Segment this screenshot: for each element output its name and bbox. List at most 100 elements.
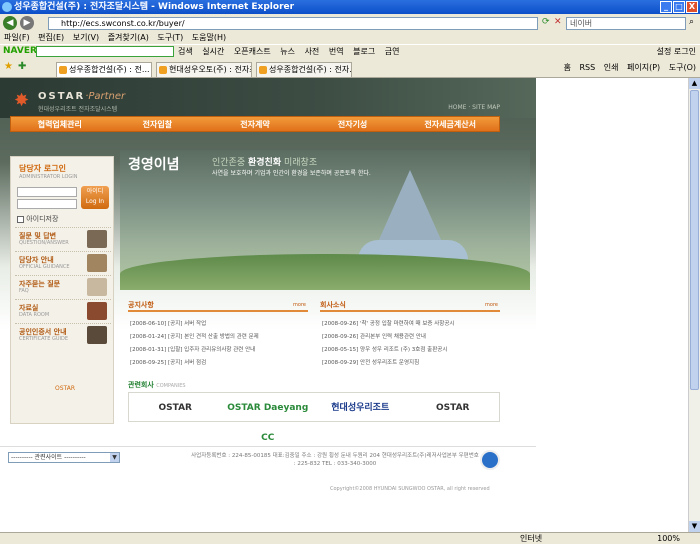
login-password-input[interactable] <box>17 199 77 209</box>
notice-item[interactable]: [2008-01-24] [공지] 본인 견적 산출 방법의 관련 문제 <box>130 331 259 344</box>
naver-search-button[interactable]: 검색 <box>178 47 193 56</box>
naver-item[interactable]: 오픈캐스트 <box>234 47 271 56</box>
naver-toolbar-items: 검색 실시간 오픈캐스트 뉴스 사전 번역 블로그 금연 <box>178 45 407 58</box>
vertical-scrollbar[interactable]: ▲ ▼ <box>688 78 700 532</box>
news-item[interactable]: [2008-09-26] '착' 공정 입찰 마련하여 때 보증 사항공시 <box>322 318 454 331</box>
partner-link-ostar[interactable]: OSTAR <box>129 393 222 421</box>
header-links[interactable]: HOME · SITE MAP <box>448 104 500 111</box>
menu-file[interactable]: 파일(F) <box>4 33 30 42</box>
chevron-down-icon[interactable]: ▼ <box>110 453 119 462</box>
side-menu-faq[interactable]: 자주묻는 질문 FAQ <box>15 275 111 297</box>
naver-search-input[interactable] <box>36 46 174 57</box>
refresh-icon[interactable]: ⟳ <box>542 17 550 27</box>
partner-link-hyundai[interactable]: 현대성우리조트 <box>314 393 407 421</box>
search-input[interactable]: 네이버 <box>566 17 686 30</box>
naver-settings-button[interactable]: 설정 <box>657 47 672 56</box>
hero-tag: 환경친화 <box>248 158 282 168</box>
save-id-checkbox[interactable]: 아이디저장 <box>17 214 58 224</box>
notice-title: 공지사항 <box>128 301 154 309</box>
side-menu-qna[interactable]: 질문 및 답변 QUESTION/ANSWER <box>15 227 111 249</box>
minimize-button[interactable]: _ <box>660 1 672 13</box>
tab-label: 성우종합건설(주) : 전자... <box>269 65 352 74</box>
login-title: 담당자 로그인 <box>19 164 66 173</box>
hills-image <box>120 254 530 290</box>
forward-icon[interactable]: ▶ <box>20 16 34 30</box>
side-menu-contact[interactable]: 담당자 안내 OFFICIAL GUIDANCE <box>15 251 111 273</box>
side-menu-sublabel: OFFICIAL GUIDANCE <box>19 264 70 270</box>
hero-description: 사연을 보호하며 기업과 인간이 환경을 보존하며 공존토록 한다. <box>212 170 371 177</box>
favorites-star-icon[interactable]: ★ <box>4 61 13 72</box>
tab-1[interactable]: 성우종합건설(주) : 전... <box>56 62 152 77</box>
back-icon[interactable]: ◀ <box>3 16 17 30</box>
checkbox-icon[interactable] <box>17 215 24 223</box>
side-menu-sublabel: CERTIFICATE GUIDE <box>19 336 68 342</box>
page-menu-button[interactable]: 페이지(P) <box>627 63 660 72</box>
naver-login-button[interactable]: 로그인 <box>674 47 696 56</box>
sidebar-ostar-logo: OSTAR <box>55 385 76 392</box>
login-subtitle: ADMINISTRATOR LOGIN <box>19 174 78 180</box>
print-button[interactable]: 인쇄 <box>604 63 619 72</box>
hero-tag: 인간존중 <box>212 158 246 168</box>
notice-more-link[interactable]: more <box>293 302 306 308</box>
sidebar: 담당자 로그인 ADMINISTRATOR LOGIN 아이디 Log In 아… <box>10 156 114 424</box>
site-logo[interactable]: OSTAR·Partner <box>38 91 125 102</box>
tab-3[interactable]: 성우종합건설(주) : 전자... <box>256 62 352 77</box>
menu-tools[interactable]: 도구(T) <box>157 33 183 42</box>
login-id-input[interactable] <box>17 187 77 197</box>
nav-e-tax-invoice[interactable]: 전자세금계산서 <box>401 117 499 131</box>
scroll-up-icon[interactable]: ▲ <box>689 78 700 89</box>
nav-e-progress[interactable]: 전자기성 <box>304 117 402 131</box>
naver-item[interactable]: 번역 <box>329 47 344 56</box>
stop-icon[interactable]: ✕ <box>554 17 562 27</box>
news-item[interactable]: [2008-05-15] 양우 성우 리조트 (주) 3호점 출판공시 <box>322 344 454 357</box>
menu-edit[interactable]: 편집(E) <box>38 33 64 42</box>
naver-item[interactable]: 실시간 <box>202 47 224 56</box>
scroll-down-icon[interactable]: ▼ <box>689 521 700 532</box>
family-site-select[interactable]: ---------- 관련사이트 ---------- ▼ <box>8 452 120 463</box>
security-zone: 인터넷 <box>520 534 543 543</box>
close-button[interactable]: X <box>686 1 698 13</box>
tab-2[interactable]: 현대성우오토(주) : 전자조... <box>156 62 252 77</box>
news-item[interactable]: [2008-09-29] 안전 성우리조트 운영지침 <box>322 357 454 370</box>
add-favorite-icon[interactable]: ✚ <box>18 61 26 72</box>
naver-item[interactable]: 금연 <box>385 47 400 56</box>
window-title: 성우종합건설(주) : 전자조달시스템 - Windows Internet E… <box>14 2 295 12</box>
site-header: ✸ OSTAR·Partner 현대성우리조트 전자조달시스템 HOME · S… <box>0 78 536 118</box>
naver-item[interactable]: 사전 <box>305 47 320 56</box>
hero-tags: 인간존중 환경친화 미래창조 <box>212 155 317 168</box>
rss-button[interactable]: RSS <box>579 63 595 72</box>
scroll-thumb[interactable] <box>690 90 699 390</box>
nav-partner-management[interactable]: 협력업체관리 <box>11 117 109 131</box>
notice-item[interactable]: [2008-06-10] [공지] 서버 작업 <box>130 318 259 331</box>
side-menu-data-room[interactable]: 자료실 DATA ROOM <box>15 299 111 321</box>
side-menu-sublabel: DATA ROOM <box>19 312 50 318</box>
naver-item[interactable]: 블로그 <box>353 47 375 56</box>
menu-help[interactable]: 도움말(H) <box>192 33 226 42</box>
folder-icon <box>87 254 107 272</box>
menu-view[interactable]: 보기(V) <box>73 33 99 42</box>
news-board: 회사소식 more [2008-09-26] '착' 공정 입찰 마련하여 때 … <box>320 300 500 386</box>
zoom-level[interactable]: 100% <box>657 533 680 544</box>
family-site-value: ---------- 관련사이트 ---------- <box>11 454 86 461</box>
side-menu-certificate[interactable]: 공인인증서 안내 CERTIFICATE GUIDE <box>15 323 111 345</box>
address-input[interactable]: http://ecs.swconst.co.kr/buyer/ <box>48 17 538 30</box>
nav-e-bidding[interactable]: 전자입찰 <box>109 117 207 131</box>
partner-link-daeyang[interactable]: OSTAR Daeyang CC <box>222 393 315 443</box>
menu-favorites[interactable]: 즐겨찾기(A) <box>108 33 149 42</box>
window-controls: _ □ X <box>660 1 698 13</box>
tools-menu-button[interactable]: 도구(O) <box>669 63 696 72</box>
notice-board: 공지사항 more [2008-06-10] [공지] 서버 작업 [2008-… <box>128 300 308 386</box>
notice-item[interactable]: [2008-01-31] [입찰] 입주자 관리유의사항 관련 안내 <box>130 344 259 357</box>
home-button[interactable]: 홈 <box>564 63 571 72</box>
search-icon[interactable]: ⌕ <box>689 17 694 27</box>
maximize-button[interactable]: □ <box>673 1 685 13</box>
tab-bar: ★ ✚ 성우종합건설(주) : 전... 현대성우오토(주) : 전자조... … <box>0 58 700 78</box>
partner-link-ostar-2[interactable]: OSTAR <box>407 393 500 421</box>
news-item[interactable]: [2008-09-26] 관리본부 인력 채용관련 안내 <box>322 331 454 344</box>
news-more-link[interactable]: more <box>485 302 498 308</box>
naver-item[interactable]: 뉴스 <box>280 47 295 56</box>
naver-logo[interactable]: NAVER <box>3 45 37 58</box>
nav-e-contract[interactable]: 전자계약 <box>206 117 304 131</box>
notice-item[interactable]: [2008-09-25] [공지] 서버 점검 <box>130 357 259 370</box>
login-button[interactable]: 아이디 Log In <box>81 186 109 209</box>
